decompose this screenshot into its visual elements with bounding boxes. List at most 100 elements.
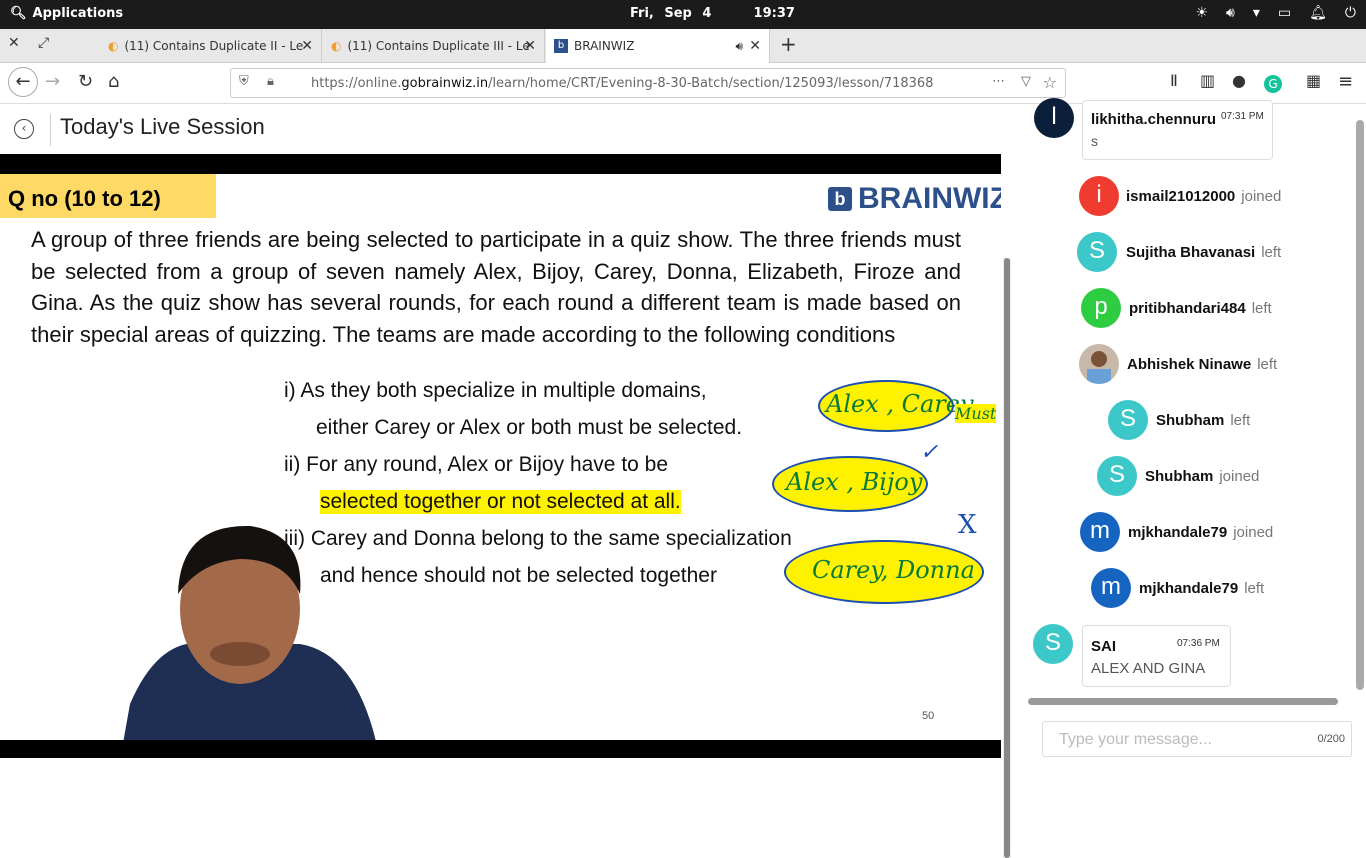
brand-name: BRAINWIZ <box>858 182 1001 215</box>
avatar: p <box>1081 288 1121 328</box>
time-label: 19:37 <box>753 6 795 21</box>
message-input[interactable]: Type your message... 0/200 <box>1042 721 1352 757</box>
close-tab-icon[interactable]: ✕ <box>524 38 536 54</box>
forward-icon[interactable]: → <box>45 71 60 92</box>
applications-menu[interactable]: 🔍︎ Applications <box>10 6 123 21</box>
scrollbar-thumb[interactable] <box>1004 258 1010 858</box>
pocket-icon[interactable]: ▽ <box>1021 74 1031 89</box>
restore-icon[interactable]: ⤢ <box>38 35 49 51</box>
close-tab-icon[interactable]: ✕ <box>301 38 313 54</box>
os-topbar: 🔍︎ Applications Fri, Sep 4 19:37 ☀ 🔊︎ ▾ … <box>0 0 1366 29</box>
tab-title: (11) Contains Duplicate II - Le <box>124 39 304 53</box>
date-label: Fri, Sep 4 <box>630 6 712 21</box>
tab-duplicate-3[interactable]: ◐ (11) Contains Duplicate III - Le ✕ <box>323 29 545 63</box>
event-user: Abhishek Ninawe <box>1127 356 1252 373</box>
content-scrollbar[interactable] <box>1003 258 1011 858</box>
lock-icon[interactable]: 🔒︎ <box>267 74 274 89</box>
brightness-icon[interactable]: ☀ <box>1195 5 1208 21</box>
main-content: ‹ Today's Live Session Q no (10 to 12) b… <box>0 104 1014 858</box>
tab-bar: ✕ ⤢ ◐ (11) Contains Duplicate II - Le ✕ … <box>0 29 1366 63</box>
event-action: left <box>1244 580 1265 597</box>
message-user: SAI <box>1091 638 1117 655</box>
url-text[interactable]: https://online.gobrainwiz.in/learn/home/… <box>311 76 933 91</box>
brainwiz-favicon: b <box>554 39 568 53</box>
event-action: left <box>1261 244 1282 261</box>
annotation-carey-donna: Carey, Donna <box>784 540 984 604</box>
chat-event: Abhishek Ninawe left <box>1127 356 1277 373</box>
chat-event: mjkhandale79 joined <box>1128 524 1273 541</box>
condition-1b: either Carey or Alex or both must be sel… <box>316 416 743 439</box>
menu-icon[interactable]: ≡ <box>1338 71 1353 92</box>
page-title: Today's Live Session <box>60 114 265 139</box>
library-icon[interactable]: Ⅱ <box>1170 71 1178 90</box>
avatar: S <box>1108 400 1148 440</box>
account-icon[interactable]: ● <box>1232 71 1246 90</box>
divider <box>50 114 51 146</box>
close-icon[interactable]: ✕ <box>8 35 20 51</box>
new-tab-icon[interactable]: + <box>780 32 797 56</box>
annotation-x: X <box>958 510 977 540</box>
condition-2a: ii) For any round, Alex or Bijoy have to… <box>284 453 669 476</box>
event-user: Shubham <box>1156 412 1225 429</box>
event-action: left <box>1230 412 1251 429</box>
nav-bar: ← → ↻ ⌂ ⛨ 🔒︎ https://online.gobrainwiz.i… <box>0 63 1366 104</box>
star-icon[interactable]: ☆ <box>1043 73 1057 92</box>
avatar: S <box>1077 232 1117 272</box>
avatar: S <box>1033 624 1073 664</box>
message-user: likhitha.chennuru <box>1091 111 1217 128</box>
chat-panel: l likhitha.chennuru 07:31 PM s i ismail2… <box>1025 98 1366 768</box>
volume-icon[interactable]: 🔊︎ <box>1226 5 1235 21</box>
event-user: ismail21012000 <box>1126 188 1236 205</box>
power-icon[interactable]: ⏻ <box>1345 5 1356 21</box>
chat-horizontal-scrollbar[interactable] <box>1028 698 1338 705</box>
close-tab-icon[interactable]: ✕ <box>749 38 761 54</box>
check-mark-icon: ✓ <box>920 440 939 465</box>
event-user: mjkhandale79 <box>1139 580 1239 597</box>
more-icon[interactable]: ⋯ <box>992 74 1005 89</box>
video-player[interactable]: Q no (10 to 12) b BRAINWIZ A group of thr… <box>0 154 1001 758</box>
applications-label: Applications <box>32 6 124 21</box>
message-text: ALEX AND GINA <box>1091 660 1206 677</box>
chat-scrollbar[interactable] <box>1356 120 1364 690</box>
chat-event: Shubham left <box>1156 412 1250 429</box>
avatar: m <box>1080 512 1120 552</box>
avatar: S <box>1097 456 1137 496</box>
chat-message: SAI 07:36 PM ALEX AND GINA <box>1082 625 1231 687</box>
event-action: left <box>1251 300 1272 317</box>
back-icon[interactable]: ← <box>8 67 38 97</box>
tab-duplicate-2[interactable]: ◐ (11) Contains Duplicate II - Le ✕ <box>100 29 322 63</box>
speaker-icon[interactable]: 🔊︎ <box>735 39 743 54</box>
annotation-text: Alex , Bijoy <box>786 468 923 496</box>
tab-title: BRAINWIZ <box>574 39 635 53</box>
search-icon: 🔍︎ <box>10 6 27 21</box>
wifi-icon[interactable]: ▾ <box>1253 5 1260 21</box>
tab-brainwiz[interactable]: b BRAINWIZ 🔊︎ ✕ <box>546 29 770 63</box>
system-tray: ☀ 🔊︎ ▾ ▭ 🔔︎ ⏻ <box>1195 5 1356 21</box>
annotation-text: Alex , Carey <box>826 390 974 418</box>
avatar: i <box>1079 176 1119 216</box>
avatar-photo <box>1079 344 1119 384</box>
sidebar-icon[interactable]: ▥ <box>1200 71 1215 90</box>
message-time: 07:36 PM <box>1177 638 1220 649</box>
shield-icon[interactable]: ⛨ <box>239 74 249 89</box>
reload-icon[interactable]: ↻ <box>78 71 93 92</box>
event-user: Shubham <box>1145 468 1214 485</box>
battery-icon[interactable]: ▭ <box>1278 5 1291 21</box>
question-paragraph: A group of three friends are being selec… <box>31 227 961 347</box>
event-user: mjkhandale79 <box>1128 524 1228 541</box>
extensions-icon[interactable]: ▦ <box>1306 71 1321 90</box>
clock[interactable]: Fri, Sep 4 19:37 <box>630 6 795 21</box>
presenter-figure <box>123 525 376 740</box>
notification-icon[interactable]: 🔔︎ <box>1309 5 1327 21</box>
url-bar[interactable]: ⛨ 🔒︎ https://online.gobrainwiz.in/learn/… <box>230 68 1066 98</box>
grammarly-icon[interactable]: G <box>1264 75 1282 93</box>
avatar: l <box>1034 98 1074 138</box>
chat-event: Shubham joined <box>1145 468 1259 485</box>
presenter-video <box>120 514 470 740</box>
back-button[interactable]: ‹ <box>14 119 34 139</box>
event-action: joined <box>1241 188 1282 205</box>
user-photo <box>1087 351 1111 384</box>
tab-title: (11) Contains Duplicate III - Le <box>347 39 530 53</box>
annotation-alex-bijoy: Alex , Bijoy <box>772 456 928 512</box>
home-icon[interactable]: ⌂ <box>108 71 119 92</box>
